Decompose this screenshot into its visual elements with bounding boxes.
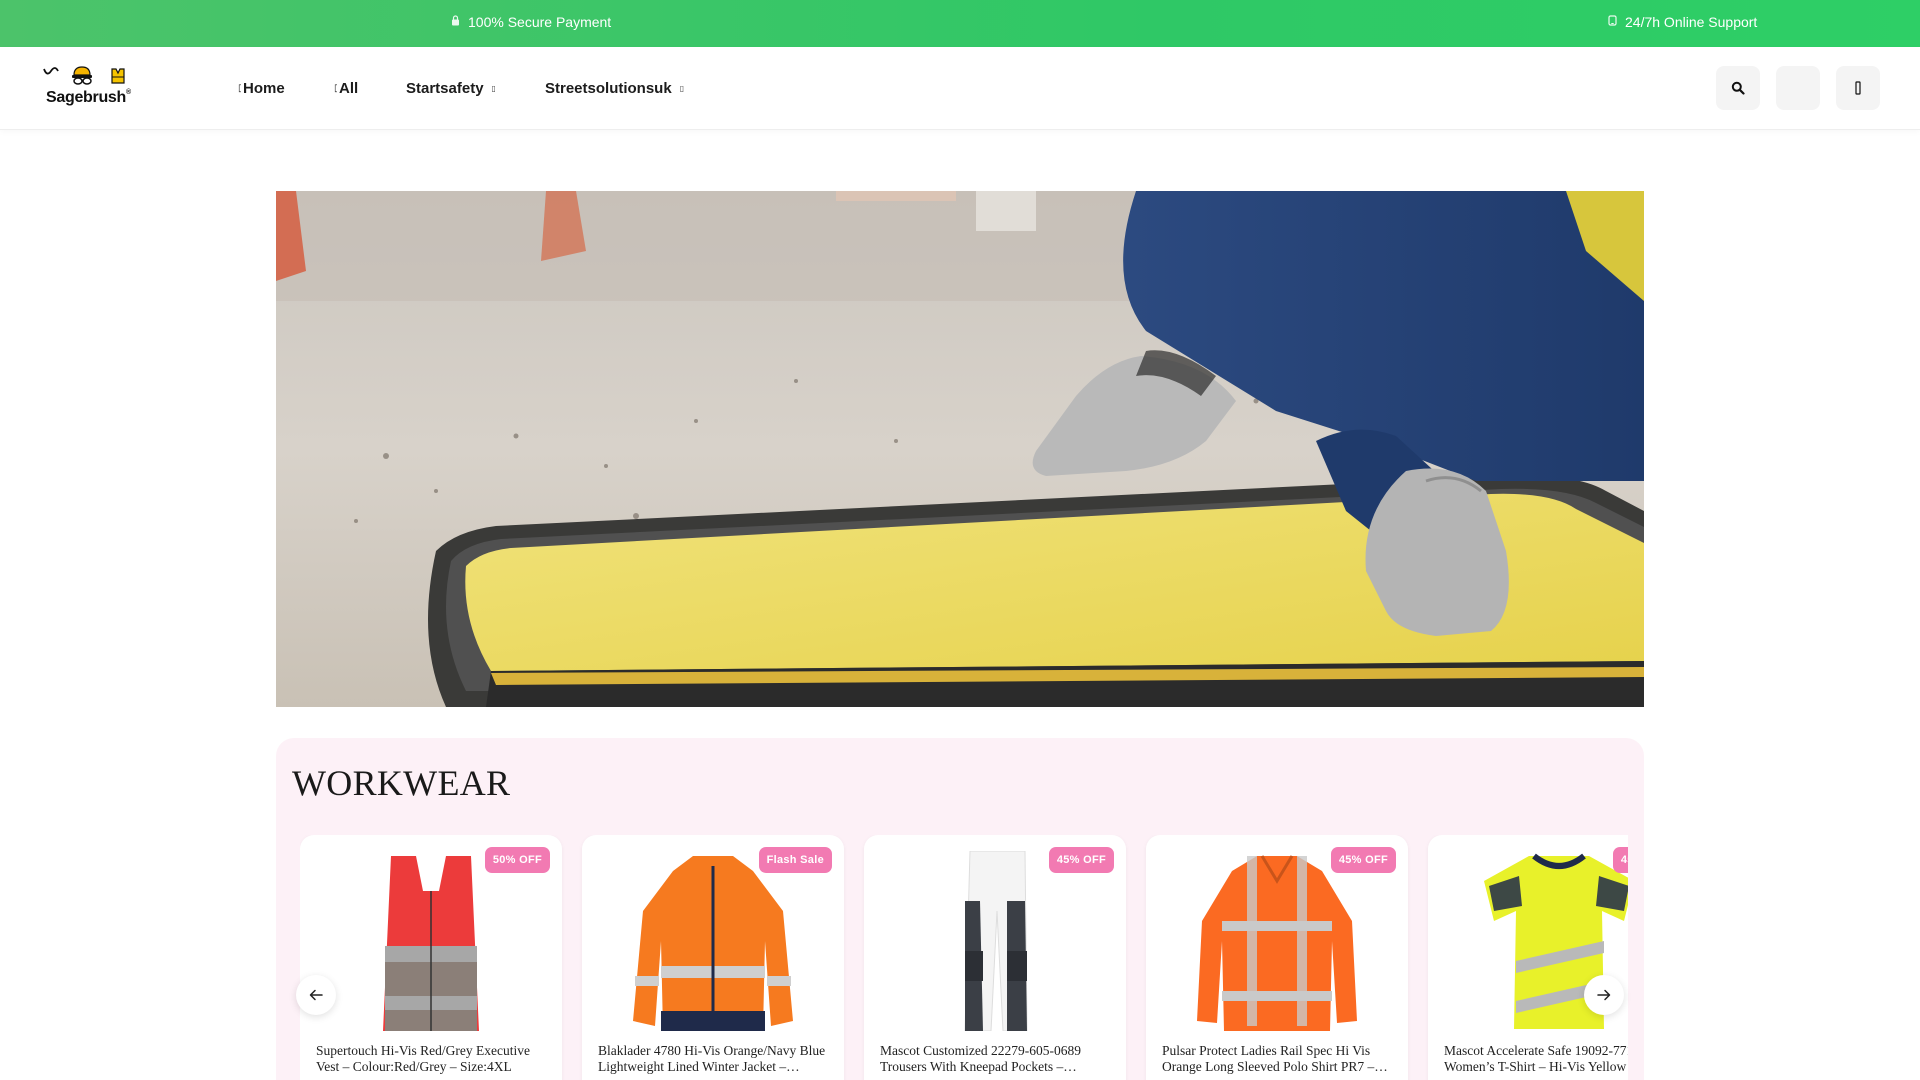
- discount-badge: 45% OFF: [1612, 847, 1628, 873]
- menu-icon: [1855, 81, 1861, 95]
- logo-wordmark: Sagebrush®: [46, 89, 131, 106]
- chevron-down-icon: ▯: [491, 84, 496, 93]
- sale-badge: Flash Sale: [758, 847, 832, 873]
- product-image: [598, 851, 828, 1031]
- carousel-next-button[interactable]: [1584, 975, 1624, 1015]
- discount-badge: 45% OFF: [1048, 847, 1114, 873]
- hero-image: [276, 191, 1644, 707]
- arrow-left-icon: [309, 989, 323, 1001]
- chevron-down-icon: ▯: [679, 84, 685, 93]
- wishlist-button[interactable]: [1776, 66, 1820, 110]
- nav-home[interactable]: ▯ Home: [238, 80, 285, 97]
- arrow-right-icon: [1597, 989, 1611, 1001]
- discount-badge: 50% OFF: [484, 847, 550, 873]
- product-card[interactable]: Flash Sale Blaklader 4780 Hi-Vis Orange/…: [582, 835, 844, 1080]
- product-card[interactable]: 45% OFF Pulsar Protect Ladies Rail Spec …: [1146, 835, 1408, 1080]
- product-title[interactable]: Supertouch Hi-Vis Red/Grey Executive Ves…: [316, 1043, 546, 1075]
- product-card[interactable]: 45% OFF Mascot Customized 22279-605-0689…: [864, 835, 1126, 1080]
- online-support-text: 24/7h Online Support: [1625, 14, 1758, 30]
- section-title: WORKWEAR: [292, 763, 511, 803]
- product-title[interactable]: Mascot Accelerate Safe 19092-771 Women’s…: [1444, 1043, 1628, 1075]
- grid-icon: ▯: [334, 83, 337, 94]
- site-header: Sagebrush® ▯ Home ▯ All Startsafety ▯ St…: [0, 47, 1920, 130]
- product-image: [880, 851, 1110, 1031]
- secure-payment-notice: 100% Secure Payment: [450, 14, 611, 30]
- product-image: [1162, 851, 1392, 1031]
- product-title[interactable]: Mascot Customized 22279-605-0689 Trouser…: [880, 1043, 1110, 1075]
- headset-icon: [1607, 15, 1617, 29]
- product-image: [316, 851, 546, 1031]
- search-button[interactable]: [1716, 66, 1760, 110]
- site-logo[interactable]: Sagebrush®: [42, 65, 142, 113]
- product-carousel: 50% OFF Supertouch Hi-Vis Red/Grey Execu…: [300, 835, 1628, 1080]
- nav-startsafety[interactable]: Startsafety ▯: [406, 80, 496, 97]
- workwear-section: WORKWEAR 50% OFF Supertouch Hi-Vis Red/G…: [276, 738, 1644, 1080]
- discount-badge: 45% OFF: [1330, 847, 1396, 873]
- product-title[interactable]: Pulsar Protect Ladies Rail Spec Hi Vis O…: [1162, 1043, 1392, 1075]
- carousel-prev-button[interactable]: [296, 975, 336, 1015]
- lock-icon: [450, 15, 460, 29]
- product-card[interactable]: 50% OFF Supertouch Hi-Vis Red/Grey Execu…: [300, 835, 562, 1080]
- logo-mark-icon: [43, 66, 125, 85]
- menu-button[interactable]: [1836, 66, 1880, 110]
- nav-streetsolutionsuk[interactable]: Streetsolutionsuk ▯: [545, 80, 684, 97]
- home-icon: ▯: [238, 83, 241, 94]
- product-card[interactable]: 45% OFF Mascot Accelerate Safe 19092-771…: [1428, 835, 1628, 1080]
- online-support-notice: 24/7h Online Support: [1607, 14, 1757, 30]
- top-info-bar: 100% Secure Payment 24/7h Online Support: [0, 0, 1920, 47]
- nav-all[interactable]: ▯ All: [334, 80, 358, 97]
- search-icon: [1731, 81, 1745, 95]
- hero-banner[interactable]: [276, 191, 1644, 707]
- product-title[interactable]: Blaklader 4780 Hi-Vis Orange/Navy Blue L…: [598, 1043, 828, 1075]
- secure-payment-text: 100% Secure Payment: [468, 14, 612, 30]
